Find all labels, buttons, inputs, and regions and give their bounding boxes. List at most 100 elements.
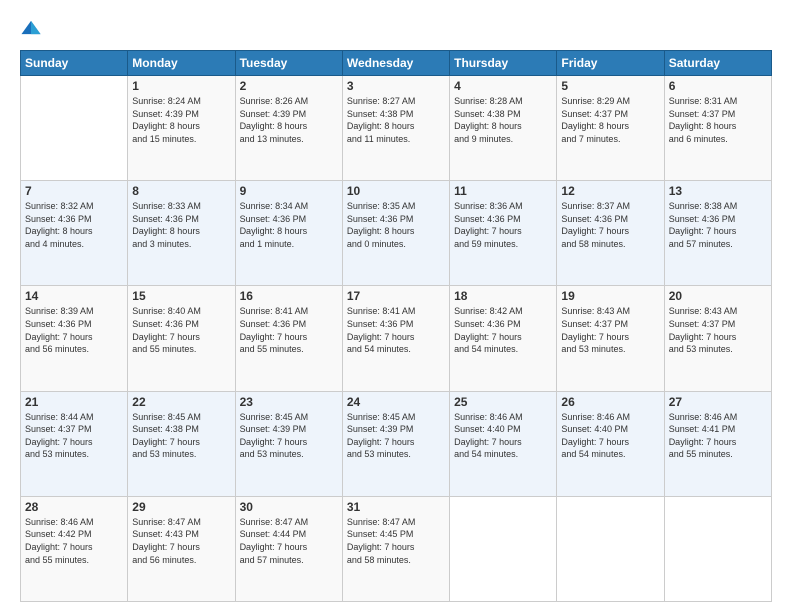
day-number: 21: [25, 395, 123, 409]
day-info: Sunrise: 8:37 AM Sunset: 4:36 PM Dayligh…: [561, 200, 659, 250]
day-info: Sunrise: 8:28 AM Sunset: 4:38 PM Dayligh…: [454, 95, 552, 145]
calendar-cell: [21, 76, 128, 181]
calendar-week-1: 1 Sunrise: 8:24 AM Sunset: 4:39 PM Daylig…: [21, 76, 772, 181]
day-number: 26: [561, 395, 659, 409]
day-number: 31: [347, 500, 445, 514]
calendar-header-wednesday: Wednesday: [342, 51, 449, 76]
day-number: 1: [132, 79, 230, 93]
calendar-week-5: 28Sunrise: 8:46 AM Sunset: 4:42 PM Dayli…: [21, 496, 772, 601]
calendar-header-saturday: Saturday: [664, 51, 771, 76]
day-number: 6: [669, 79, 767, 93]
day-info: Sunrise: 8:47 AM Sunset: 4:44 PM Dayligh…: [240, 516, 338, 566]
day-number: 18: [454, 289, 552, 303]
calendar-cell: 19Sunrise: 8:43 AM Sunset: 4:37 PM Dayli…: [557, 286, 664, 391]
day-number: 10: [347, 184, 445, 198]
day-info: Sunrise: 8:45 AM Sunset: 4:39 PM Dayligh…: [240, 411, 338, 461]
calendar-cell: 1 Sunrise: 8:24 AM Sunset: 4:39 PM Daylig…: [128, 76, 235, 181]
calendar: SundayMondayTuesdayWednesdayThursdayFrid…: [20, 50, 772, 602]
day-number: 14: [25, 289, 123, 303]
calendar-cell: 24 Sunrise: 8:45 AM Sunset: 4:39 PM Dayli…: [342, 391, 449, 496]
day-info: Sunrise: 8:35 AM Sunset: 4:36 PM Dayligh…: [347, 200, 445, 250]
day-info: Sunrise: 8:29 AM Sunset: 4:37 PM Dayligh…: [561, 95, 659, 145]
calendar-header-thursday: Thursday: [450, 51, 557, 76]
day-number: 17: [347, 289, 445, 303]
calendar-week-2: 7 Sunrise: 8:32 AM Sunset: 4:36 PM Daylig…: [21, 181, 772, 286]
calendar-header-sunday: Sunday: [21, 51, 128, 76]
calendar-cell: 5Sunrise: 8:29 AM Sunset: 4:37 PM Daylig…: [557, 76, 664, 181]
calendar-cell: 16Sunrise: 8:41 AM Sunset: 4:36 PM Dayli…: [235, 286, 342, 391]
day-info: Sunrise: 8:47 AM Sunset: 4:45 PM Dayligh…: [347, 516, 445, 566]
day-info: Sunrise: 8:46 AM Sunset: 4:40 PM Dayligh…: [454, 411, 552, 461]
calendar-cell: 10 Sunrise: 8:35 AM Sunset: 4:36 PM Dayli…: [342, 181, 449, 286]
calendar-cell: 8 Sunrise: 8:33 AM Sunset: 4:36 PM Daylig…: [128, 181, 235, 286]
day-info: Sunrise: 8:43 AM Sunset: 4:37 PM Dayligh…: [669, 305, 767, 355]
day-number: 20: [669, 289, 767, 303]
day-info: Sunrise: 8:42 AM Sunset: 4:36 PM Dayligh…: [454, 305, 552, 355]
day-number: 16: [240, 289, 338, 303]
logo: [20, 18, 44, 40]
day-info: Sunrise: 8:38 AM Sunset: 4:36 PM Dayligh…: [669, 200, 767, 250]
calendar-header-tuesday: Tuesday: [235, 51, 342, 76]
calendar-cell: 2Sunrise: 8:26 AM Sunset: 4:39 PM Daylig…: [235, 76, 342, 181]
day-info: Sunrise: 8:36 AM Sunset: 4:36 PM Dayligh…: [454, 200, 552, 250]
day-info: Sunrise: 8:34 AM Sunset: 4:36 PM Dayligh…: [240, 200, 338, 250]
logo-icon: [20, 18, 42, 40]
calendar-cell: 27 Sunrise: 8:46 AM Sunset: 4:41 PM Dayli…: [664, 391, 771, 496]
calendar-week-3: 14 Sunrise: 8:39 AM Sunset: 4:36 PM Dayli…: [21, 286, 772, 391]
calendar-cell: 25Sunrise: 8:46 AM Sunset: 4:40 PM Dayli…: [450, 391, 557, 496]
calendar-cell: 9 Sunrise: 8:34 AM Sunset: 4:36 PM Daylig…: [235, 181, 342, 286]
calendar-cell: 31 Sunrise: 8:47 AM Sunset: 4:45 PM Dayli…: [342, 496, 449, 601]
day-info: Sunrise: 8:47 AM Sunset: 4:43 PM Dayligh…: [132, 516, 230, 566]
day-number: 8: [132, 184, 230, 198]
calendar-cell: 7 Sunrise: 8:32 AM Sunset: 4:36 PM Daylig…: [21, 181, 128, 286]
calendar-cell: 22 Sunrise: 8:45 AM Sunset: 4:38 PM Dayli…: [128, 391, 235, 496]
day-number: 27: [669, 395, 767, 409]
day-info: Sunrise: 8:44 AM Sunset: 4:37 PM Dayligh…: [25, 411, 123, 461]
day-info: Sunrise: 8:32 AM Sunset: 4:36 PM Dayligh…: [25, 200, 123, 250]
day-number: 12: [561, 184, 659, 198]
day-number: 3: [347, 79, 445, 93]
calendar-header-monday: Monday: [128, 51, 235, 76]
calendar-cell: [664, 496, 771, 601]
day-info: Sunrise: 8:33 AM Sunset: 4:36 PM Dayligh…: [132, 200, 230, 250]
day-number: 7: [25, 184, 123, 198]
day-info: Sunrise: 8:41 AM Sunset: 4:36 PM Dayligh…: [347, 305, 445, 355]
calendar-cell: 14 Sunrise: 8:39 AM Sunset: 4:36 PM Dayli…: [21, 286, 128, 391]
day-number: 30: [240, 500, 338, 514]
day-info: Sunrise: 8:45 AM Sunset: 4:39 PM Dayligh…: [347, 411, 445, 461]
day-info: Sunrise: 8:40 AM Sunset: 4:36 PM Dayligh…: [132, 305, 230, 355]
day-info: Sunrise: 8:31 AM Sunset: 4:37 PM Dayligh…: [669, 95, 767, 145]
day-info: Sunrise: 8:43 AM Sunset: 4:37 PM Dayligh…: [561, 305, 659, 355]
calendar-week-4: 21 Sunrise: 8:44 AM Sunset: 4:37 PM Dayli…: [21, 391, 772, 496]
calendar-cell: 6 Sunrise: 8:31 AM Sunset: 4:37 PM Daylig…: [664, 76, 771, 181]
day-info: Sunrise: 8:45 AM Sunset: 4:38 PM Dayligh…: [132, 411, 230, 461]
day-info: Sunrise: 8:24 AM Sunset: 4:39 PM Dayligh…: [132, 95, 230, 145]
day-number: 28: [25, 500, 123, 514]
calendar-cell: 3 Sunrise: 8:27 AM Sunset: 4:38 PM Daylig…: [342, 76, 449, 181]
calendar-cell: 18 Sunrise: 8:42 AM Sunset: 4:36 PM Dayli…: [450, 286, 557, 391]
day-number: 11: [454, 184, 552, 198]
day-number: 22: [132, 395, 230, 409]
day-number: 2: [240, 79, 338, 93]
day-number: 9: [240, 184, 338, 198]
calendar-cell: 4Sunrise: 8:28 AM Sunset: 4:38 PM Daylig…: [450, 76, 557, 181]
day-number: 15: [132, 289, 230, 303]
day-info: Sunrise: 8:46 AM Sunset: 4:41 PM Dayligh…: [669, 411, 767, 461]
calendar-cell: 30 Sunrise: 8:47 AM Sunset: 4:44 PM Dayli…: [235, 496, 342, 601]
calendar-cell: 23 Sunrise: 8:45 AM Sunset: 4:39 PM Dayli…: [235, 391, 342, 496]
calendar-cell: 28Sunrise: 8:46 AM Sunset: 4:42 PM Dayli…: [21, 496, 128, 601]
calendar-cell: 26 Sunrise: 8:46 AM Sunset: 4:40 PM Dayli…: [557, 391, 664, 496]
day-number: 23: [240, 395, 338, 409]
day-info: Sunrise: 8:27 AM Sunset: 4:38 PM Dayligh…: [347, 95, 445, 145]
calendar-cell: [450, 496, 557, 601]
day-number: 24: [347, 395, 445, 409]
calendar-cell: [557, 496, 664, 601]
calendar-cell: 17 Sunrise: 8:41 AM Sunset: 4:36 PM Dayli…: [342, 286, 449, 391]
calendar-cell: 20 Sunrise: 8:43 AM Sunset: 4:37 PM Dayli…: [664, 286, 771, 391]
day-number: 13: [669, 184, 767, 198]
header: [20, 18, 772, 40]
calendar-cell: 13 Sunrise: 8:38 AM Sunset: 4:36 PM Dayli…: [664, 181, 771, 286]
day-number: 29: [132, 500, 230, 514]
day-info: Sunrise: 8:46 AM Sunset: 4:40 PM Dayligh…: [561, 411, 659, 461]
day-info: Sunrise: 8:39 AM Sunset: 4:36 PM Dayligh…: [25, 305, 123, 355]
